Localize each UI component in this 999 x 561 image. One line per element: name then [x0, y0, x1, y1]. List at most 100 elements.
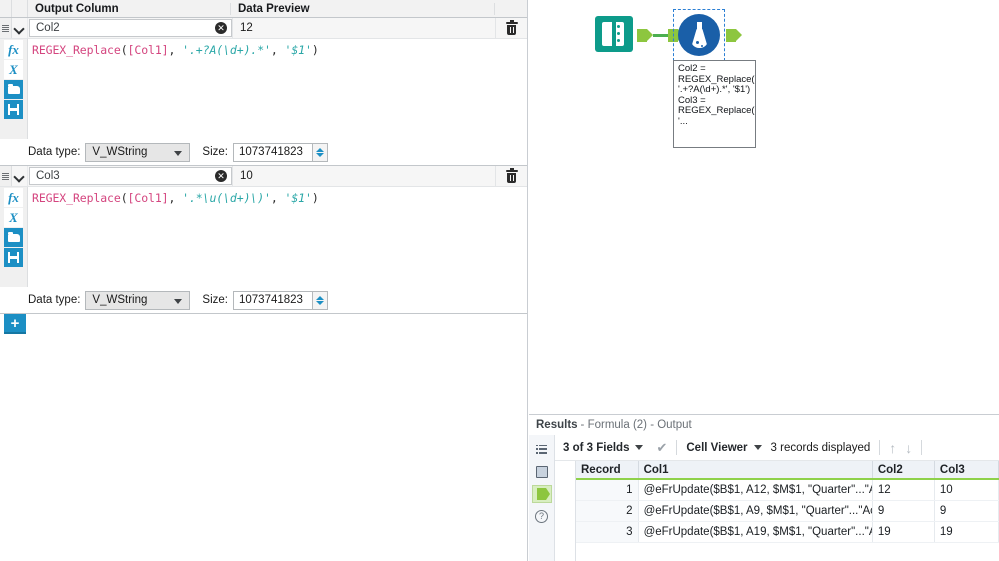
- output-column-value-1: Col3: [36, 170, 60, 182]
- expression-token-fld: [Col1]: [127, 191, 169, 205]
- size-stepper-0[interactable]: [313, 142, 328, 162]
- data-type-value-1: V_WString: [92, 294, 148, 306]
- cell-col2: 12: [872, 479, 935, 501]
- stepper-down-icon[interactable]: [316, 152, 324, 157]
- output-column-input-1[interactable]: Col3 ✕: [29, 167, 232, 185]
- clear-x-icon[interactable]: ✕: [215, 22, 227, 34]
- expression-token-punc: ): [311, 191, 319, 205]
- formula-row-header-1: Col3 ✕ 10: [0, 166, 527, 187]
- formula-block-0: Col2 ✕ 12 fx X REGEX_Replace([Col1], '.+…: [0, 18, 527, 166]
- save-disk-icon[interactable]: [4, 100, 23, 119]
- cell-viewer-selector[interactable]: Cell Viewer: [686, 442, 762, 454]
- data-type-select-0[interactable]: V_WString: [85, 142, 191, 162]
- arrow-up-icon[interactable]: ↑: [889, 440, 896, 456]
- expression-token-fn: REGEX_Replace: [32, 191, 121, 205]
- fields-selector[interactable]: 3 of 3 Fields: [563, 441, 644, 454]
- expression-editor-0[interactable]: REGEX_Replace([Col1], '.+?A(\d+).*', '$1…: [28, 39, 527, 139]
- save-disk-icon[interactable]: [4, 248, 23, 267]
- column-header-record[interactable]: Record: [576, 461, 639, 480]
- chevron-down-icon[interactable]: [12, 166, 28, 186]
- data-type-value-0: V_WString: [92, 146, 148, 158]
- variable-icon[interactable]: X: [4, 60, 23, 79]
- delete-formula-button-0[interactable]: [495, 18, 527, 38]
- expression-token-str: '$1': [284, 191, 312, 205]
- formula-output-anchor[interactable]: [726, 29, 742, 42]
- expression-token-str: '$1': [284, 43, 312, 57]
- formula-block-1: Col3 ✕ 10 fx X REGEX_Replace([Col1], '.*…: [0, 166, 527, 314]
- cell-col1: @eFrUpdate($B$1, A19, $M$1, "Quarter"...…: [638, 521, 873, 543]
- list-icon[interactable]: [532, 439, 552, 459]
- input-output-anchor[interactable]: [637, 29, 653, 42]
- size-value-0: 1073741823: [239, 146, 303, 158]
- cell-col3: 9: [934, 500, 999, 522]
- drag-handle-icon[interactable]: [0, 18, 12, 38]
- delete-formula-button-1[interactable]: [495, 166, 527, 186]
- flask-icon: [691, 22, 708, 48]
- toolbar-divider: [879, 440, 881, 455]
- check-icon[interactable]: ✔: [656, 440, 667, 456]
- stepper-down-icon[interactable]: [316, 300, 324, 305]
- expression-token-fld: [Col1]: [127, 43, 169, 57]
- column-header-col1[interactable]: Col1: [638, 461, 873, 480]
- output-anchor-icon[interactable]: [531, 485, 552, 503]
- clear-x-icon[interactable]: ✕: [215, 170, 227, 182]
- column-header-col2[interactable]: Col2: [872, 461, 935, 480]
- variable-icon[interactable]: X: [4, 208, 23, 227]
- add-formula-button[interactable]: +: [4, 314, 26, 334]
- formula-footer-1: Data type: V_WString Size: 1073741823: [0, 287, 527, 313]
- results-title-bar: Results - Formula (2) - Output: [529, 415, 999, 435]
- table-row[interactable]: 2 @eFrUpdate($B$1, A9, $M$1, "Quarter"..…: [576, 500, 999, 522]
- expression-token-punc: ,: [168, 43, 183, 57]
- stepper-up-icon[interactable]: [316, 295, 324, 300]
- size-value-1: 1073741823: [239, 294, 303, 306]
- chevron-down-icon: [635, 445, 644, 450]
- stepper-up-icon[interactable]: [316, 147, 324, 152]
- column-header-col3[interactable]: Col3: [934, 461, 999, 480]
- header-data-preview: Data Preview: [231, 2, 495, 15]
- chevron-down-icon[interactable]: [12, 18, 28, 38]
- size-label-1: Size:: [202, 294, 228, 306]
- data-type-select-1[interactable]: V_WString: [85, 290, 191, 310]
- fx-icon[interactable]: fx: [4, 40, 23, 59]
- workflow-canvas[interactable]: Col2 = REGEX_Replace([Col1], '.+?A(\d+).…: [529, 0, 999, 414]
- output-column-input-0[interactable]: Col2 ✕: [29, 19, 232, 37]
- size-stepper-1[interactable]: [313, 290, 328, 310]
- results-panel: Results - Formula (2) - Output ? 3 of 3 …: [529, 414, 999, 561]
- results-title: Results: [536, 419, 578, 431]
- book-icon: [595, 16, 633, 52]
- fx-icon[interactable]: fx: [4, 188, 23, 207]
- fields-label: 3 of 3 Fields: [563, 441, 630, 454]
- formula-row-header-0: Col2 ✕ 12: [0, 18, 527, 39]
- window-icon[interactable]: [532, 462, 552, 482]
- table-row[interactable]: 3 @eFrUpdate($B$1, A19, $M$1, "Quarter".…: [576, 521, 999, 543]
- size-input-1[interactable]: 1073741823: [233, 290, 313, 310]
- formula-annotation-tooltip: Col2 = REGEX_Replace([Col1], '.+?A(\d+).…: [673, 60, 756, 148]
- arrow-down-icon[interactable]: ↓: [905, 440, 912, 456]
- expression-token-punc: ,: [168, 191, 183, 205]
- chevron-down-icon: [753, 445, 762, 450]
- data-preview-value-0: 12: [232, 18, 495, 38]
- drag-handle-icon[interactable]: [0, 166, 12, 186]
- toolbar-divider: [921, 440, 923, 455]
- help-icon[interactable]: ?: [532, 506, 552, 526]
- results-toolbar: 3 of 3 Fields ✔ Cell Viewer 3 records di…: [555, 435, 999, 461]
- results-subtitle: - Formula (2) - Output: [580, 419, 692, 431]
- cell-col3: 19: [934, 521, 999, 543]
- open-folder-icon[interactable]: [4, 228, 23, 247]
- formula-tool-node[interactable]: [678, 14, 720, 56]
- editor-tool-strip-1: fx X: [0, 187, 28, 287]
- expression-token-punc: (: [120, 191, 128, 205]
- expression-token-punc: (: [120, 43, 128, 57]
- expression-editor-1[interactable]: REGEX_Replace([Col1], '.*\u(\d+)\)', '$1…: [28, 187, 527, 287]
- input-data-tool-node[interactable]: [595, 16, 633, 54]
- cell-col2: 9: [872, 500, 935, 522]
- open-folder-icon[interactable]: [4, 80, 23, 99]
- chevron-down-icon: [174, 150, 183, 156]
- size-input-0[interactable]: 1073741823: [233, 142, 313, 162]
- expression-token-str: '.+?A(\d+).*': [182, 43, 271, 57]
- toolbar-divider: [676, 440, 678, 455]
- results-grid-wrapper[interactable]: Record Col1 Col2 Col3 1 @eFrUpdate($B$1,…: [575, 461, 999, 561]
- cell-record: 3: [576, 521, 639, 543]
- header-output-column: Output Column: [28, 2, 231, 15]
- table-row[interactable]: 1 @eFrUpdate($B$1, A12, $M$1, "Quarter".…: [576, 479, 999, 501]
